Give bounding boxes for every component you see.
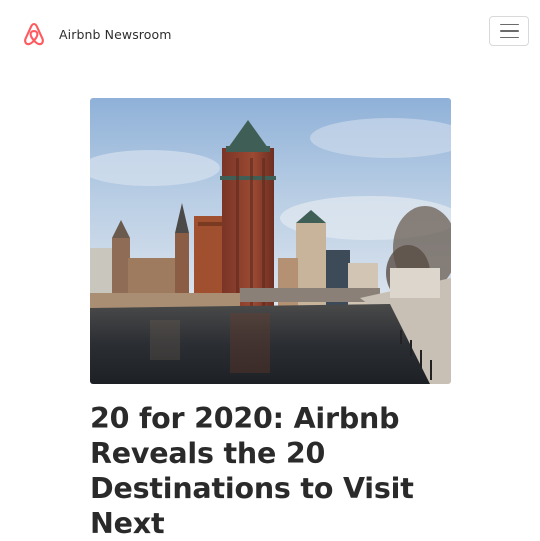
top-navbar: Airbnb Newsroom [0, 0, 540, 68]
hamburger-menu-icon [499, 23, 519, 26]
article-headline[interactable]: 20 for 2020: Airbnb Reveals the 20 Desti… [90, 401, 460, 541]
airbnb-logo-icon [22, 21, 46, 47]
hamburger-menu-icon-line [499, 36, 519, 39]
menu-toggle-button[interactable] [489, 16, 529, 46]
milwaukee-skyline-photo [90, 98, 451, 384]
brand-title: Airbnb Newsroom [59, 26, 172, 42]
hero-image[interactable] [90, 98, 451, 384]
brand-link[interactable]: Airbnb Newsroom [22, 21, 172, 47]
hamburger-menu-icon-line [499, 30, 519, 32]
